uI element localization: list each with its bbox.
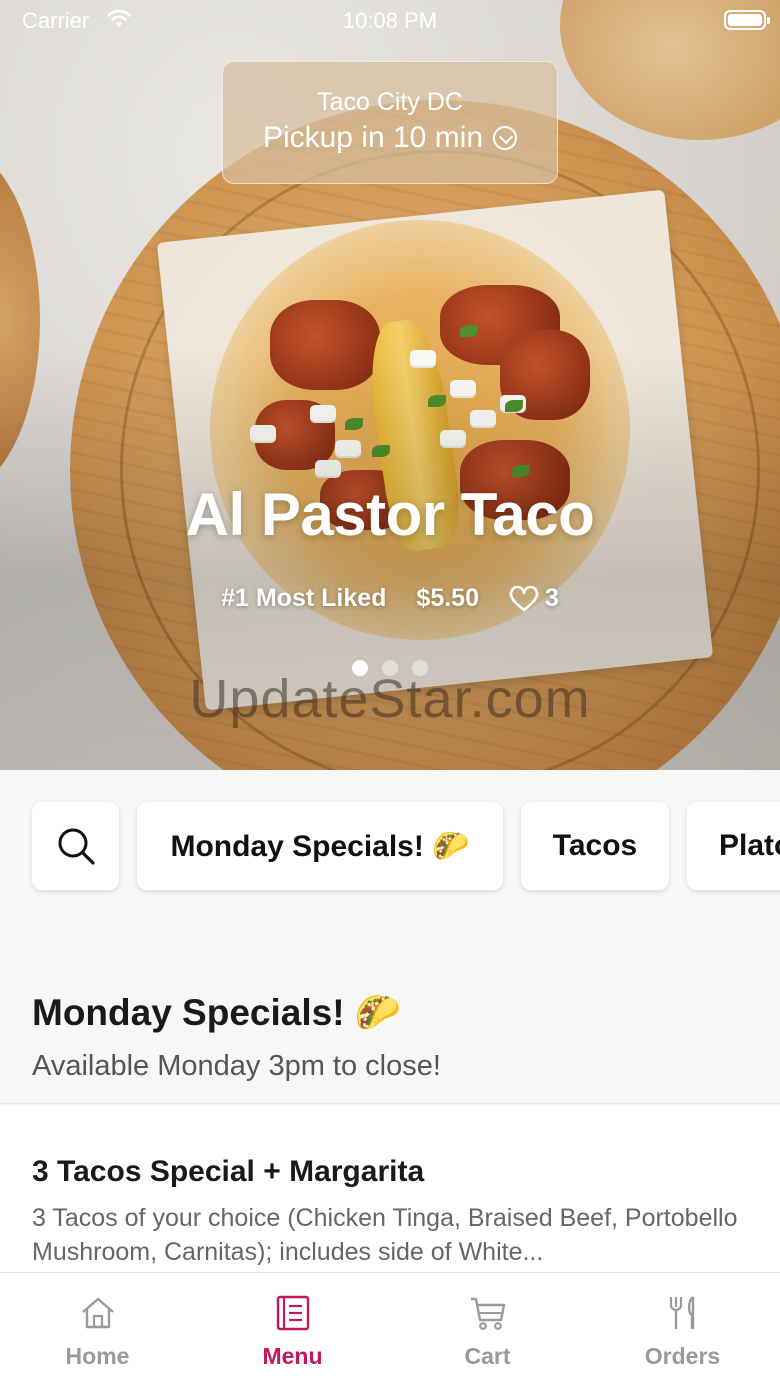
menu-section-header: Monday Specials! 🌮 Available Monday 3pm … xyxy=(0,930,780,1104)
location-selector[interactable]: Taco City DC Pickup in 10 min xyxy=(222,61,558,184)
tab-orders[interactable]: Orders xyxy=(585,1273,780,1387)
section-title: Monday Specials! 🌮 xyxy=(32,992,401,1033)
tab-home[interactable]: Home xyxy=(0,1273,195,1387)
like-count[interactable]: 3 xyxy=(509,584,559,613)
featured-item-title: Al Pastor Taco xyxy=(185,481,595,548)
tab-label: Orders xyxy=(644,1343,721,1369)
most-liked-badge: #1 Most Liked xyxy=(221,584,387,612)
menu-item-name: 3 Tacos Special + Margarita xyxy=(32,1155,425,1188)
battery-icon xyxy=(724,10,770,30)
orders-icon xyxy=(669,1296,694,1329)
pickup-time: Pickup in 10 min xyxy=(262,121,484,154)
category-bar[interactable]: Monday Specials! 🌮 Tacos Platos xyxy=(0,770,780,930)
category-chip-tacos[interactable]: Tacos xyxy=(521,802,669,890)
tab-label: Cart xyxy=(464,1343,511,1369)
category-chip-monday-specials[interactable]: Monday Specials! 🌮 xyxy=(137,802,503,890)
location-name: Taco City DC xyxy=(317,88,463,116)
cart-icon xyxy=(470,1297,505,1330)
tab-bar: Home Menu Cart Orders xyxy=(0,1272,780,1387)
like-count-value: 3 xyxy=(544,584,559,612)
category-chip-platos[interactable]: Platos xyxy=(687,802,780,890)
tab-label: Menu xyxy=(262,1343,323,1369)
status-bar: Carrier 10:08 PM xyxy=(0,0,780,40)
chevron-down-icon xyxy=(493,126,518,150)
search-button[interactable] xyxy=(32,802,119,890)
hero-banner[interactable]: Carrier 10:08 PM Taco City DC Pickup in … xyxy=(0,0,780,770)
tab-label: Home xyxy=(65,1343,130,1369)
featured-price: $5.50 xyxy=(416,584,479,612)
tab-cart[interactable]: Cart xyxy=(390,1273,585,1387)
tab-menu[interactable]: Menu xyxy=(195,1273,390,1387)
featured-item-meta: #1 Most Liked $5.50 3 xyxy=(0,584,780,613)
home-icon xyxy=(81,1297,114,1329)
menu-item[interactable]: 3 Tacos Special + Margarita 3 Tacos of y… xyxy=(0,1105,780,1275)
heart-icon xyxy=(509,585,539,611)
clock: 10:08 PM xyxy=(342,8,438,33)
section-subtitle: Available Monday 3pm to close! xyxy=(32,1050,441,1082)
menu-item-description: 3 Tacos of your choice (Chicken Tinga, B… xyxy=(32,1204,738,1266)
menu-icon xyxy=(276,1295,309,1331)
watermark: UpdateStar.com xyxy=(189,669,591,729)
search-icon xyxy=(58,828,95,865)
